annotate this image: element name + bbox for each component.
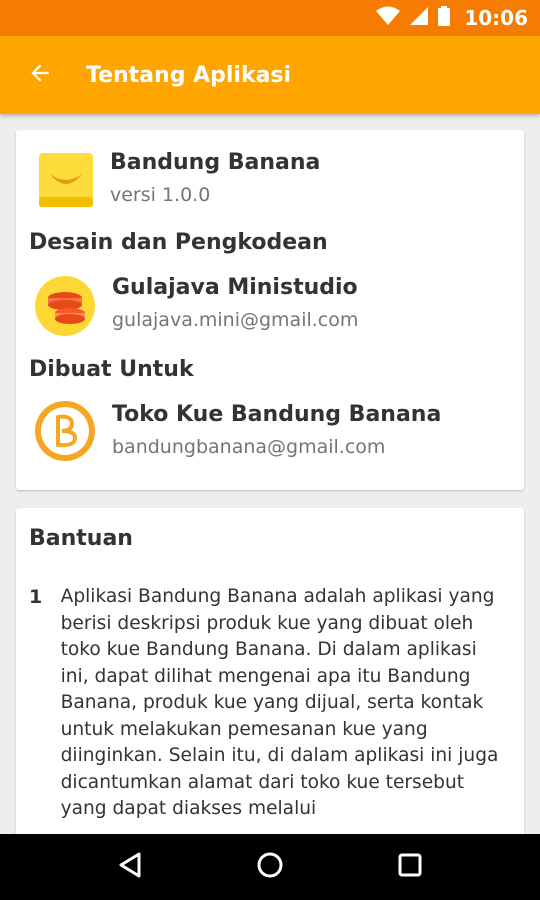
wifi-icon <box>376 6 401 30</box>
nav-home-button[interactable] <box>240 837 300 897</box>
help-item-number: 1 <box>29 586 43 608</box>
arrow-back-icon <box>27 60 53 90</box>
help-title: Bantuan <box>29 526 133 551</box>
banana-app-icon <box>38 152 94 212</box>
developer-name: Gulajava Ministudio <box>112 275 358 300</box>
recents-square-icon <box>397 852 423 882</box>
battery-icon <box>438 6 451 30</box>
client-row[interactable]: Toko Kue Bandung Banana bandungbanana@gm… <box>34 400 441 466</box>
nav-back-button[interactable] <box>100 837 160 897</box>
home-circle-icon <box>256 851 284 883</box>
back-triangle-icon <box>117 851 143 883</box>
back-button[interactable] <box>0 36 80 114</box>
app-version: versi 1.0.0 <box>110 184 211 206</box>
help-item: 1 Aplikasi Bandung Banana adalah aplikas… <box>29 584 509 823</box>
app-name: Bandung Banana <box>110 150 321 175</box>
navigation-bar <box>0 834 540 900</box>
scroll-content[interactable]: Bandung Banana versi 1.0.0 Desain dan Pe… <box>0 114 540 834</box>
design-section-title: Desain dan Pengkodean <box>29 230 328 255</box>
help-card: Bantuan 1 Aplikasi Bandung Banana adalah… <box>16 508 524 834</box>
developer-email[interactable]: gulajava.mini@gmail.com <box>112 305 358 335</box>
client-name: Toko Kue Bandung Banana <box>112 402 442 427</box>
about-card: Bandung Banana versi 1.0.0 Desain dan Pe… <box>16 130 524 490</box>
b-logo-icon <box>34 400 96 466</box>
macaron-logo-icon <box>34 275 96 341</box>
help-item-text: Aplikasi Bandung Banana adalah aplikasi … <box>60 586 499 819</box>
status-time: 10:06 <box>464 6 528 30</box>
status-bar: 10:06 <box>0 0 540 36</box>
app-bar: Tentang Aplikasi <box>0 36 540 114</box>
app-info-row: Bandung Banana versi 1.0.0 <box>38 150 320 212</box>
page-title: Tentang Aplikasi <box>86 62 292 88</box>
made-for-section-title: Dibuat Untuk <box>29 357 194 382</box>
developer-row[interactable]: Gulajava Ministudio gulajava.mini@gmail.… <box>34 275 358 341</box>
nav-recents-button[interactable] <box>380 837 440 897</box>
client-email[interactable]: bandungbanana@gmail.com <box>112 432 441 462</box>
signal-icon <box>410 6 429 30</box>
